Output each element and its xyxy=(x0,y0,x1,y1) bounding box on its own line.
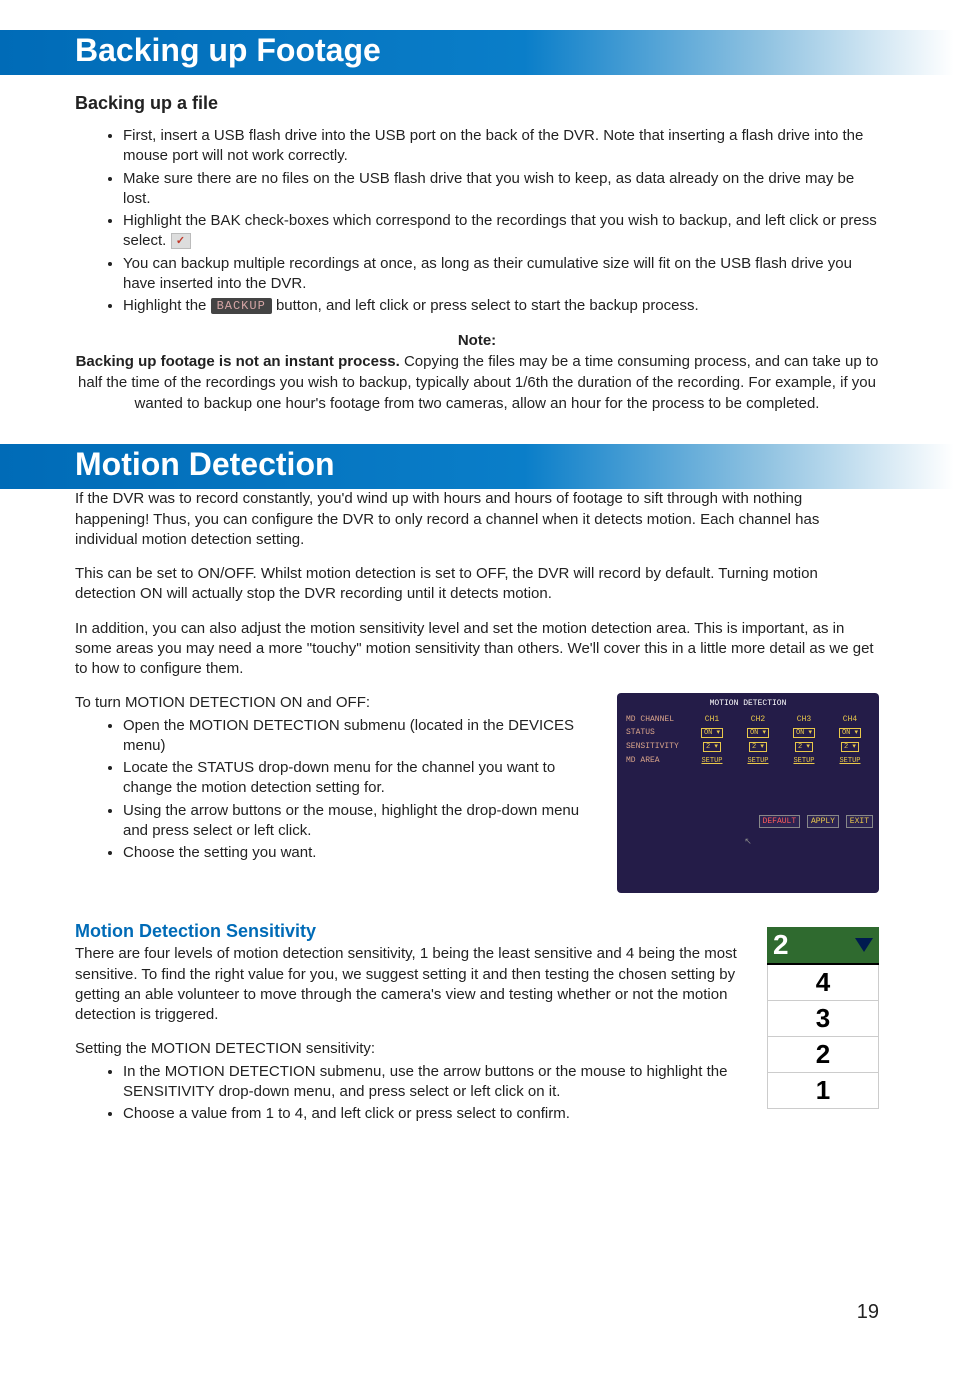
setup-link: SETUP xyxy=(701,757,722,765)
chevron-down-icon xyxy=(855,938,873,952)
section-header-backup: Backing up Footage xyxy=(0,30,954,75)
setup-link: SETUP xyxy=(793,757,814,765)
row-label: STATUS xyxy=(623,726,689,740)
status-dropdown: ON ▾ xyxy=(747,728,769,738)
sensitivity-selected: 2 xyxy=(767,927,879,965)
list-item: Choose the setting you want. xyxy=(123,843,601,863)
sensitivity-dropdown: 2 ▾ xyxy=(795,742,813,752)
sensitivity-steps-list: In the MOTION DETECTION submenu, use the… xyxy=(75,1062,879,1125)
list-item: Locate the STATUS drop-down menu for the… xyxy=(123,758,601,799)
screenshot-title: MOTION DETECTION xyxy=(623,699,873,709)
list-item-text-pre: Highlight the xyxy=(123,297,211,314)
backup-button-icon: BACKUP xyxy=(211,298,272,314)
status-dropdown: ON ▾ xyxy=(839,728,861,738)
backup-instruction-list: First, insert a USB flash drive into the… xyxy=(75,126,879,316)
exit-button: EXIT xyxy=(846,815,873,828)
subheading-sensitivity: Motion Detection Sensitivity xyxy=(75,921,879,942)
note-label: Note: xyxy=(75,330,879,351)
sensitivity-dropdown: 2 ▾ xyxy=(841,742,859,752)
apply-button: APPLY xyxy=(807,815,839,828)
setup-link: SETUP xyxy=(747,757,768,765)
note-block: Note: Backing up footage is not an insta… xyxy=(75,330,879,414)
checkbox-icon: ✓ xyxy=(171,233,191,249)
list-item: You can backup multiple recordings at on… xyxy=(123,254,879,295)
paragraph: To turn MOTION DETECTION ON and OFF: xyxy=(75,693,601,713)
list-item-text-post: button, and left click or press select t… xyxy=(276,297,699,314)
col-header: CH4 xyxy=(827,713,873,727)
setup-link: SETUP xyxy=(839,757,860,765)
motion-steps-list: Open the MOTION DETECTION submenu (locat… xyxy=(75,716,601,864)
sensitivity-option: 1 xyxy=(767,1073,879,1109)
list-item: First, insert a USB flash drive into the… xyxy=(123,126,879,167)
sensitivity-option: 2 xyxy=(767,1037,879,1073)
paragraph: This can be set to ON/OFF. Whilst motion… xyxy=(75,564,879,605)
list-item: Open the MOTION DETECTION submenu (locat… xyxy=(123,716,601,757)
sensitivity-dropdown-figure: 2 4 3 2 1 xyxy=(767,927,879,1109)
col-header: CH2 xyxy=(735,713,781,727)
col-header: CH3 xyxy=(781,713,827,727)
paragraph: There are four levels of motion detectio… xyxy=(75,944,879,1025)
paragraph: Setting the MOTION DETECTION sensitivity… xyxy=(75,1039,879,1059)
default-button: DEFAULT xyxy=(759,815,801,828)
motion-detection-screenshot: MOTION DETECTION MD CHANNEL CH1 CH2 CH3 … xyxy=(617,693,879,893)
status-dropdown: ON ▾ xyxy=(701,728,723,738)
col-header: CH1 xyxy=(689,713,735,727)
screenshot-table: MD CHANNEL CH1 CH2 CH3 CH4 STATUS ON ▾ O… xyxy=(623,713,873,767)
sensitivity-dropdown: 2 ▾ xyxy=(703,742,721,752)
list-item: Choose a value from 1 to 4, and left cli… xyxy=(123,1104,879,1124)
sensitivity-option: 3 xyxy=(767,1001,879,1037)
page-number: 19 xyxy=(857,1301,879,1324)
mouse-cursor-icon: ↖ xyxy=(623,837,873,848)
row-label: MD CHANNEL xyxy=(623,713,689,727)
sensitivity-option: 4 xyxy=(767,965,879,1001)
list-item: Highlight the BACKUP button, and left cl… xyxy=(123,296,879,316)
list-item: In the MOTION DETECTION submenu, use the… xyxy=(123,1062,879,1103)
sensitivity-dropdown: 2 ▾ xyxy=(749,742,767,752)
section-header-motion: Motion Detection xyxy=(0,444,954,489)
list-item: Make sure there are no files on the USB … xyxy=(123,169,879,210)
sensitivity-selected-value: 2 xyxy=(773,929,789,961)
screenshot-button-row: DEFAULT APPLY EXIT xyxy=(623,817,873,827)
row-label: SENSITIVITY xyxy=(623,740,689,754)
note-strong: Backing up footage is not an instant pro… xyxy=(76,353,400,370)
list-item: Highlight the BAK check-boxes which corr… xyxy=(123,211,879,252)
row-label: MD AREA xyxy=(623,754,689,768)
status-dropdown: ON ▾ xyxy=(793,728,815,738)
subheading-backup-file: Backing up a file xyxy=(75,93,879,114)
paragraph: In addition, you can also adjust the mot… xyxy=(75,619,879,680)
paragraph: If the DVR was to record constantly, you… xyxy=(75,489,879,550)
list-item-text: Highlight the BAK check-boxes which corr… xyxy=(123,212,877,249)
list-item: Using the arrow buttons or the mouse, hi… xyxy=(123,801,601,842)
